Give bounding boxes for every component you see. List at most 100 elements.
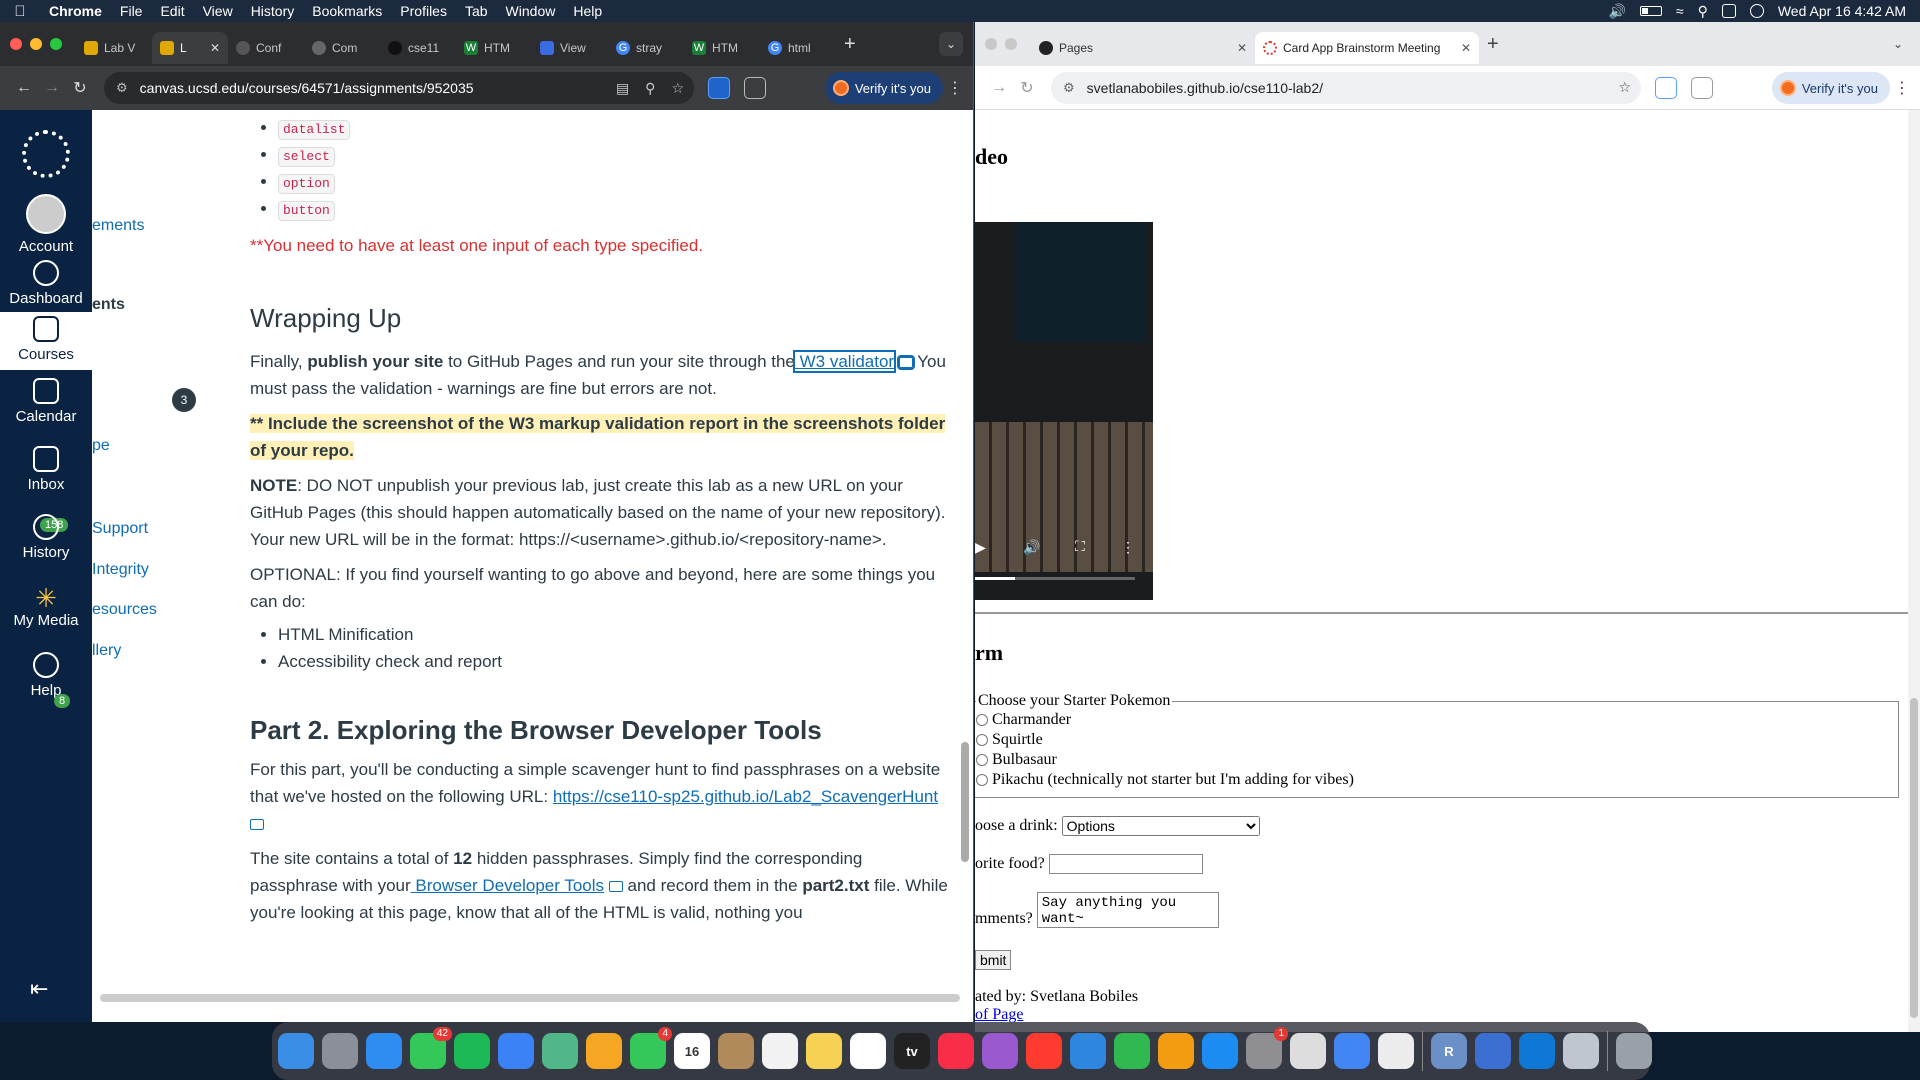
extensions-puzzle-icon[interactable] xyxy=(1691,76,1713,99)
dock-facetime-icon[interactable]: 4 xyxy=(630,1027,672,1069)
dock-pages-icon[interactable] xyxy=(1158,1033,1194,1069)
dock-music-icon[interactable] xyxy=(938,1033,974,1069)
collapse-nav-icon[interactable]: ⇤ xyxy=(30,976,48,1002)
dock-finder-icon[interactable] xyxy=(278,1033,314,1069)
close-window-button[interactable] xyxy=(985,38,997,50)
dock-spotify-icon[interactable] xyxy=(454,1033,490,1069)
extension-shield-icon[interactable] xyxy=(1655,76,1677,99)
nav-inbox[interactable]: Inbox xyxy=(0,446,92,493)
site-info-icon[interactable]: ⚙ xyxy=(116,80,128,96)
nav-calendar[interactable]: Calendar xyxy=(0,378,92,425)
tab-html[interactable]: Ghtml xyxy=(760,32,836,64)
dock-calendar-icon[interactable]: 16 xyxy=(674,1033,710,1069)
menu-help[interactable]: Help xyxy=(564,0,611,22)
volume-icon[interactable]: 🔊 xyxy=(1608,3,1625,20)
drink-select[interactable]: Options xyxy=(1061,816,1260,836)
radio-input[interactable] xyxy=(976,754,988,766)
dock-mail-icon[interactable] xyxy=(498,1033,534,1069)
close-window-button[interactable] xyxy=(10,38,22,50)
apple-icon[interactable]:  xyxy=(0,3,40,20)
video-progress-bar[interactable] xyxy=(975,577,1135,580)
control-center-icon[interactable] xyxy=(1721,4,1736,18)
verify-profile-button[interactable]: Verify it's you xyxy=(824,72,943,104)
radio-input[interactable] xyxy=(976,774,988,786)
more-options-icon[interactable]: ⋮ xyxy=(1121,540,1135,557)
tab-view[interactable]: View xyxy=(532,32,608,64)
favorite-food-input[interactable] xyxy=(1048,854,1203,874)
dock-chrome-icon[interactable] xyxy=(1334,1033,1370,1069)
course-nav-assignments[interactable]: ents xyxy=(92,296,125,314)
tab-card-app-meeting[interactable]: Card App Brainstorm Meeting ✕ xyxy=(1255,32,1479,64)
chrome-menu-icon[interactable]: ⋮ xyxy=(947,78,963,98)
submit-button[interactable]: bmit xyxy=(975,950,1012,970)
close-tab-icon[interactable]: ✕ xyxy=(210,41,220,55)
page-vertical-scrollbar[interactable] xyxy=(1908,110,1920,1032)
dock-keynote-icon[interactable] xyxy=(1070,1033,1106,1069)
spotlight-icon[interactable]: ⚲ xyxy=(1698,3,1708,20)
extension-shield-icon[interactable] xyxy=(708,77,730,99)
course-nav-resources[interactable]: esources xyxy=(92,601,157,619)
tab-lab-v[interactable]: Lab V xyxy=(76,32,152,64)
tab-pages[interactable]: Pages ✕ xyxy=(1031,32,1255,64)
address-bar[interactable]: ⚙ canvas.ucsd.edu/courses/64571/assignme… xyxy=(104,72,694,104)
new-tab-button[interactable]: + xyxy=(1487,33,1499,56)
dock-messages-icon[interactable]: 42 xyxy=(410,1027,452,1069)
menu-tab[interactable]: Tab xyxy=(456,0,497,22)
menu-history[interactable]: History xyxy=(242,0,304,22)
radio-bulbasaur[interactable]: Bulbasaur xyxy=(976,750,1898,770)
play-icon[interactable]: ▶ xyxy=(975,540,986,557)
radio-input[interactable] xyxy=(976,714,988,726)
siri-icon[interactable] xyxy=(1749,4,1764,18)
dock-maps-icon[interactable] xyxy=(542,1033,578,1069)
wifi-icon[interactable]: ≈ xyxy=(1676,3,1684,19)
nav-account[interactable]: Account xyxy=(0,194,92,255)
dock-podcasts-icon[interactable] xyxy=(982,1033,1018,1069)
minimize-window-button[interactable] xyxy=(30,38,42,50)
zoom-window-button[interactable] xyxy=(50,38,62,50)
tab-search-button[interactable]: ⌄ xyxy=(939,32,963,56)
radio-input[interactable] xyxy=(976,734,988,746)
fullscreen-icon[interactable]: ⛶ xyxy=(1075,540,1085,556)
menu-window[interactable]: Window xyxy=(497,0,565,22)
nav-history[interactable]: History xyxy=(0,514,92,561)
dock-photos-icon[interactable] xyxy=(586,1033,622,1069)
close-tab-icon[interactable]: ✕ xyxy=(1237,41,1247,55)
radio-charmander[interactable]: Charmander xyxy=(976,710,1898,730)
clock[interactable]: Wed Apr 16 4:42 AM xyxy=(1778,3,1906,19)
radio-pikachu[interactable]: Pikachu (technically not starter but I'm… xyxy=(976,770,1898,790)
dock-simulator-icon[interactable] xyxy=(1563,1033,1599,1069)
reload-icon[interactable]: ↻ xyxy=(1013,78,1041,98)
course-nav-integrity[interactable]: Integrity xyxy=(92,561,149,579)
tab-htm-2[interactable]: W HTM xyxy=(684,32,760,64)
forward-icon[interactable]: → xyxy=(38,79,66,97)
zoom-icon[interactable]: ⚲ xyxy=(645,80,655,97)
scavenger-hunt-link[interactable]: https://cse110-sp25.github.io/Lab2_Scave… xyxy=(553,787,938,806)
tab-htm-1[interactable]: W HTM xyxy=(456,32,532,64)
close-tab-icon[interactable]: ✕ xyxy=(1461,41,1471,55)
menu-bookmarks[interactable]: Bookmarks xyxy=(303,0,391,22)
dock-numbers-icon[interactable] xyxy=(1114,1033,1150,1069)
menu-app-name[interactable]: Chrome xyxy=(40,0,111,22)
horizontal-scrollbar[interactable] xyxy=(100,994,960,1002)
canvas-logo-icon[interactable] xyxy=(22,130,70,178)
tab-stray[interactable]: Gstray xyxy=(608,32,684,64)
tab-active-canvas[interactable]: L ✕ xyxy=(152,32,228,64)
dock-vscode-icon[interactable] xyxy=(1519,1033,1555,1069)
radio-squirtle[interactable]: Squirtle xyxy=(976,730,1898,750)
nav-my-media[interactable]: ✳ My Media xyxy=(0,584,92,629)
back-icon[interactable]: ← xyxy=(10,79,38,97)
menu-file[interactable]: File xyxy=(111,0,152,22)
minimize-window-button[interactable] xyxy=(1005,38,1017,50)
menu-edit[interactable]: Edit xyxy=(151,0,193,22)
tab-cse11[interactable]: cse11 xyxy=(380,32,456,64)
scroll-thumb[interactable] xyxy=(1910,698,1918,1018)
new-tab-button[interactable]: + xyxy=(844,33,856,56)
dock-notes-icon[interactable] xyxy=(806,1033,842,1069)
dock-launchpad-icon[interactable] xyxy=(322,1033,358,1069)
chrome-menu-icon[interactable]: ⋮ xyxy=(1894,78,1910,98)
course-nav-scope[interactable]: pe xyxy=(92,437,110,455)
menu-view[interactable]: View xyxy=(194,0,242,22)
dock-freeform-icon[interactable] xyxy=(850,1033,886,1069)
course-nav-announcements[interactable]: ements xyxy=(92,217,144,235)
video-player[interactable]: ▶ 🔊 ⛶ ⋮ xyxy=(975,222,1153,600)
